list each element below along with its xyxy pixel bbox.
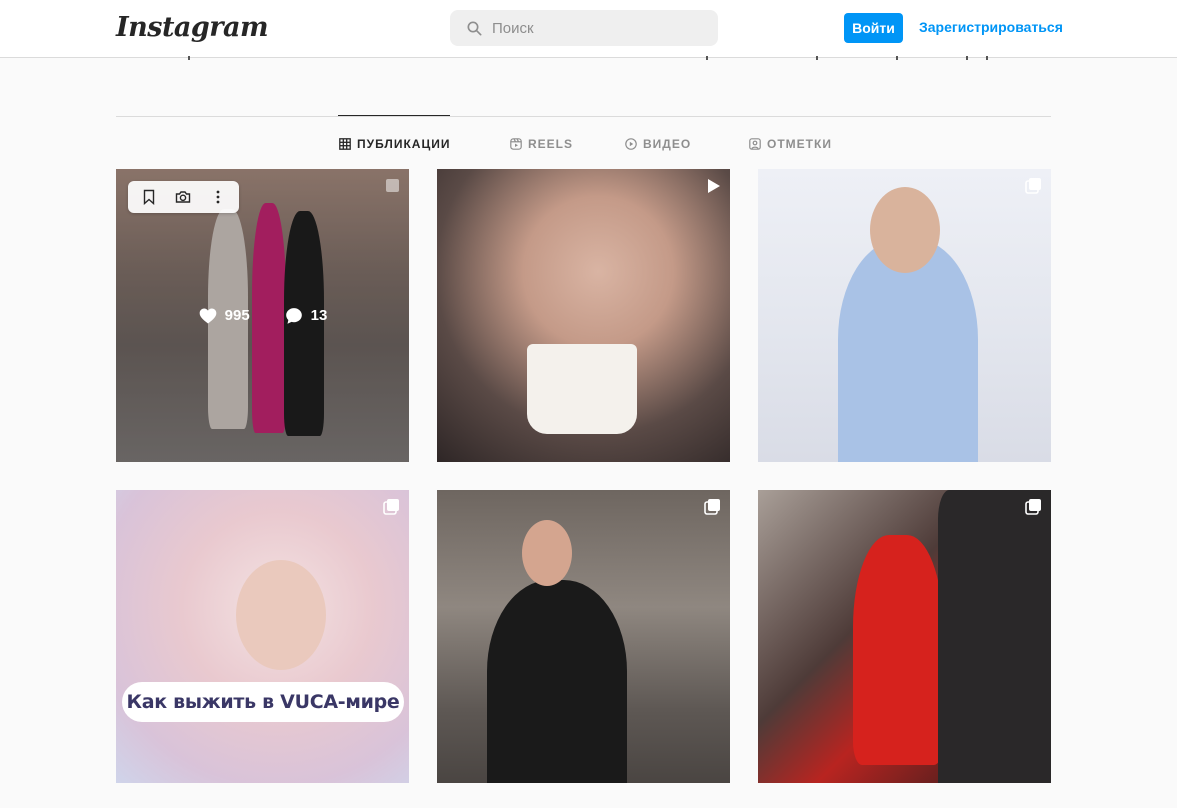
signup-link[interactable]: Зарегистрироваться: [919, 19, 1063, 35]
instagram-logo[interactable]: Instagram: [116, 12, 269, 43]
post-tile-1[interactable]: 995 13: [116, 169, 409, 462]
search-box[interactable]: [450, 10, 718, 46]
screenshot-button[interactable]: [169, 184, 197, 210]
photo-figure: [853, 535, 943, 765]
tab-posts[interactable]: ПУБЛИКАЦИИ: [339, 136, 450, 152]
carousel-icon: [383, 499, 399, 515]
camera-icon: [176, 191, 191, 203]
clipped-bio-text: [116, 56, 1051, 62]
tabs-divider: [116, 116, 1051, 117]
post-tile-5[interactable]: [437, 490, 730, 783]
carousel-icon: [1025, 499, 1041, 515]
top-header: Instagram Войти Зарегистрироваться: [0, 0, 1177, 58]
tab-tagged[interactable]: ОТМЕТКИ: [749, 136, 832, 152]
photo-car: [938, 490, 1051, 783]
photo-figure: [870, 187, 940, 273]
more-options-button[interactable]: [204, 184, 232, 210]
carousel-icon: [386, 179, 399, 192]
more-vertical-icon: [216, 190, 220, 204]
likes-stat: 995: [198, 306, 250, 326]
carousel-icon: [1025, 178, 1041, 194]
save-button[interactable]: [135, 184, 163, 210]
tab-video-label: ВИДЕО: [643, 137, 692, 151]
tab-reels-label: REELS: [528, 137, 574, 151]
tab-video[interactable]: ВИДЕО: [625, 136, 691, 152]
comments-stat: 13: [284, 306, 328, 326]
post-toolbar: [128, 181, 239, 213]
reels-icon: [510, 138, 522, 150]
post-tile-3[interactable]: [758, 169, 1051, 462]
post-caption-overlay: Как выжить в VUCA-мире: [122, 682, 404, 722]
photo-figure: [487, 580, 627, 783]
comments-count: 13: [310, 307, 328, 324]
video-play-icon: [625, 138, 637, 150]
search-icon: [467, 21, 482, 36]
carousel-icon: [704, 499, 720, 515]
post-tile-4[interactable]: Как выжить в VUCA-мире: [116, 490, 409, 783]
video-play-icon: [708, 179, 720, 193]
post-tile-2[interactable]: [437, 169, 730, 462]
grid-icon: [339, 138, 351, 150]
login-button[interactable]: Войти: [844, 13, 903, 43]
heart-icon: [199, 308, 216, 323]
comment-icon: [285, 307, 302, 324]
photo-mug: [527, 344, 637, 434]
tab-tagged-label: ОТМЕТКИ: [767, 137, 832, 151]
active-tab-indicator: [338, 115, 450, 116]
tagged-icon: [749, 138, 761, 150]
tab-posts-label: ПУБЛИКАЦИИ: [357, 137, 451, 151]
bookmark-icon: [143, 189, 155, 205]
photo-figure: [236, 560, 326, 670]
post-tile-6[interactable]: [758, 490, 1051, 783]
photo-figure: [522, 520, 572, 586]
likes-count: 995: [224, 307, 250, 324]
search-input[interactable]: [492, 10, 712, 46]
tab-reels[interactable]: REELS: [510, 136, 573, 152]
